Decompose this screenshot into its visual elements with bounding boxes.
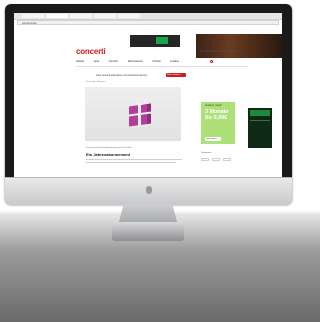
category-chip[interactable] <box>223 158 231 161</box>
top-links[interactable]: Abo Newsletter Mediadaten Kontakt <box>200 50 238 53</box>
search-icon[interactable] <box>210 60 213 63</box>
browser-tab[interactable] <box>22 14 44 18</box>
breadcrumb[interactable]: Startseite › Magazin <box>86 81 105 83</box>
nav-item[interactable]: Lexikon <box>170 60 179 63</box>
article-meta: Das concerti-Jahresabonnement als Gesche… <box>86 147 132 149</box>
browser-tab[interactable] <box>118 14 140 18</box>
header-banner-ad[interactable] <box>130 35 180 47</box>
category-chip[interactable] <box>201 158 209 161</box>
nav-item[interactable]: Aktuell <box>76 60 84 63</box>
monitor-stand-base <box>112 222 184 241</box>
site-logo[interactable]: concerti <box>76 47 106 56</box>
promo-button-label: Mehr erfahren <box>167 74 181 76</box>
nav-item[interactable]: Oper <box>94 60 100 63</box>
address-bar[interactable]: concerti.de <box>17 20 279 25</box>
browser-tab[interactable] <box>70 14 92 18</box>
banner-button[interactable] <box>156 37 168 44</box>
sidebar-ad[interactable]: amazon music 3 Monate für 0,99€ Jetzt st… <box>201 102 235 144</box>
skyscraper-ad-header <box>250 110 270 116</box>
nav-item[interactable]: Porträt <box>153 60 161 63</box>
sidebar-label: Kategorien <box>201 152 212 154</box>
skyscraper-ad-line <box>250 120 270 121</box>
gift-bow-icon <box>136 98 146 105</box>
article-hero-image[interactable] <box>85 87 181 141</box>
browser-tab[interactable] <box>94 14 116 18</box>
category-chip[interactable] <box>212 158 220 161</box>
nav-item[interactable]: Rezensionen <box>128 60 143 63</box>
nav-item[interactable]: Konzert <box>109 60 118 63</box>
apple-logo-icon <box>146 186 152 194</box>
article-text-line <box>86 159 182 160</box>
browser-tab-active[interactable] <box>46 14 68 18</box>
main-nav: Aktuell Oper Konzert Rezensionen Porträt… <box>76 60 188 63</box>
ad-button[interactable]: Jetzt starten <box>205 137 221 141</box>
ad-headline: 3 Monate für 0,99€ <box>205 109 229 121</box>
nav-divider <box>76 66 248 67</box>
article-title[interactable]: Ein Jahresabonnement <box>86 152 130 157</box>
header-banner-image[interactable] <box>196 34 282 58</box>
ad-button-label: Jetzt starten <box>206 138 217 140</box>
skyscraper-ad[interactable] <box>248 108 272 148</box>
url-text: concerti.de <box>22 21 37 25</box>
screen: concerti.de concerti Abo Newsletter Medi… <box>14 13 282 177</box>
promo-text: Jetzt concerti abonnieren und Geschenk s… <box>96 74 148 77</box>
promo-button[interactable]: Mehr erfahren <box>166 73 186 77</box>
monitor-stand-neck <box>119 204 177 222</box>
browser-tab-bar <box>14 13 282 20</box>
ad-brand: amazon music <box>205 104 222 107</box>
article-text-line <box>86 162 176 163</box>
